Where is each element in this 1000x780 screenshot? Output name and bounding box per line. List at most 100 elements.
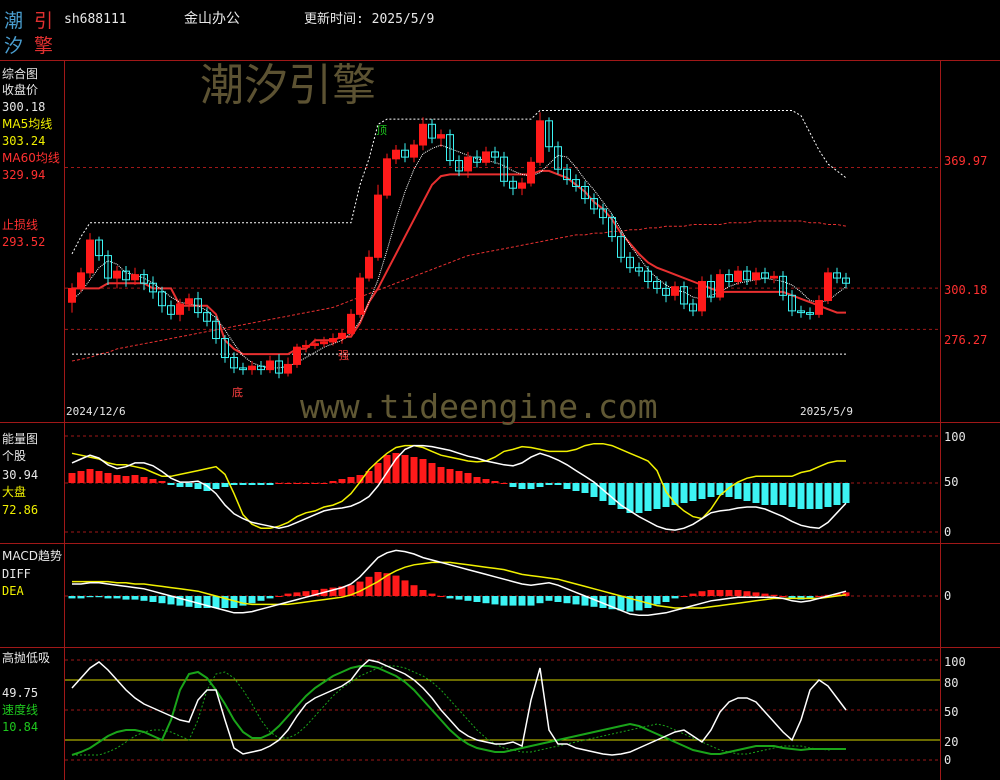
candle (815, 300, 823, 315)
candle (86, 239, 94, 274)
energy-bar (635, 483, 643, 513)
macd-bar (725, 590, 733, 596)
legend-value: 72.86 (2, 503, 38, 517)
energy-bar (338, 479, 346, 483)
energy-bar (194, 483, 202, 489)
energy-bar (761, 483, 769, 505)
energy-bar (140, 477, 148, 483)
candle (770, 275, 778, 279)
energy-bar (347, 477, 355, 483)
energy-bar (437, 467, 445, 483)
candle (410, 144, 418, 158)
strong-annotation: 强 (338, 349, 349, 362)
legend-label: 收盘价 (2, 82, 38, 97)
energy-bar (833, 483, 841, 505)
macd-bar (104, 596, 112, 599)
logo-char: 擎 (34, 35, 53, 57)
macd-bar (302, 591, 310, 596)
energy-bar (428, 463, 436, 483)
energy-tick: 100 (944, 430, 966, 444)
legend-label: DIFF (2, 567, 31, 581)
energy-bar (167, 483, 175, 485)
legend-value: 329.94 (2, 168, 45, 182)
candle (482, 151, 490, 163)
energy-bar (473, 477, 481, 483)
energy-bar (68, 473, 76, 483)
macd-bar (419, 590, 427, 596)
candle (338, 332, 346, 340)
macd-bar (734, 590, 742, 596)
energy-bar (410, 457, 418, 483)
macd-bar (671, 596, 679, 599)
energy-bar (680, 483, 688, 503)
macd-bar (716, 590, 724, 596)
kdj-title: 高抛低吸 (2, 650, 50, 665)
energy-bar (806, 483, 814, 509)
candle (347, 313, 355, 334)
candle (824, 272, 832, 302)
macd-bar (482, 596, 490, 604)
macd-bar (536, 596, 544, 604)
energy-bar (698, 483, 706, 499)
energy-bar (563, 483, 571, 489)
date-start: 2024/12/6 (66, 405, 126, 418)
candle (176, 303, 184, 315)
macd-bar (779, 596, 787, 597)
legend-label: 速度线 (2, 702, 38, 717)
macd-bar (509, 596, 517, 606)
stock-code: sh688111 (64, 12, 127, 27)
kdj-legend: 高抛低吸 49.75 速度线 10.84 (2, 650, 50, 734)
energy-bar (770, 483, 778, 505)
candle (752, 272, 760, 281)
legend-value: 49.75 (2, 686, 38, 700)
macd-bar (617, 596, 625, 611)
candle (518, 182, 526, 189)
macd-bar (743, 591, 751, 596)
energy-bar (554, 483, 562, 485)
macd-bar (77, 596, 85, 599)
band-upper-line (71, 110, 847, 255)
legend-value: 300.18 (2, 100, 45, 114)
energy-bar (707, 483, 715, 497)
energy-bar (275, 483, 283, 484)
energy-bar (401, 455, 409, 483)
macd-bar (131, 596, 139, 600)
energy-bar (77, 471, 85, 483)
energy-bar (158, 481, 166, 483)
energy-bar (455, 471, 463, 483)
candle (266, 360, 274, 371)
candle (329, 338, 337, 343)
stock-chart[interactable]: 潮 引 汐 擎 sh688111 金山办公 更新时间: 2025/5/9 潮汐引… (0, 0, 1000, 780)
energy-bar (446, 469, 454, 483)
candle (734, 270, 742, 283)
right-axis: 369.97 300.18 276.27 100 50 0 0 100 80 5… (944, 154, 987, 767)
energy-bar (608, 483, 616, 505)
energy-bar (149, 479, 157, 483)
candle (464, 156, 472, 172)
candle (365, 256, 373, 279)
energy-bar (797, 483, 805, 509)
macd-bar (635, 596, 643, 611)
legend-value: 10.84 (2, 720, 38, 734)
macd-bar (815, 596, 823, 597)
price-tick: 276.27 (944, 333, 987, 347)
site-watermark: www.tideengine.com (300, 387, 658, 426)
energy-bar (653, 483, 661, 509)
macd-bar (149, 596, 157, 602)
energy-bar (779, 483, 787, 505)
energy-bar (302, 483, 310, 484)
legend-label: MA60均线 (2, 151, 60, 165)
candle (437, 134, 445, 139)
price-tick: 369.97 (944, 154, 987, 168)
energy-bar (86, 469, 94, 483)
macd-bar (464, 596, 472, 601)
energy-bar (500, 483, 508, 484)
macd-bar (572, 596, 580, 605)
energy-bar (230, 483, 238, 485)
energy-bar (509, 483, 517, 487)
candle (248, 365, 256, 371)
candle (302, 344, 310, 348)
macd-bar (257, 596, 265, 601)
energy-bar (293, 483, 301, 484)
candle (320, 341, 328, 345)
